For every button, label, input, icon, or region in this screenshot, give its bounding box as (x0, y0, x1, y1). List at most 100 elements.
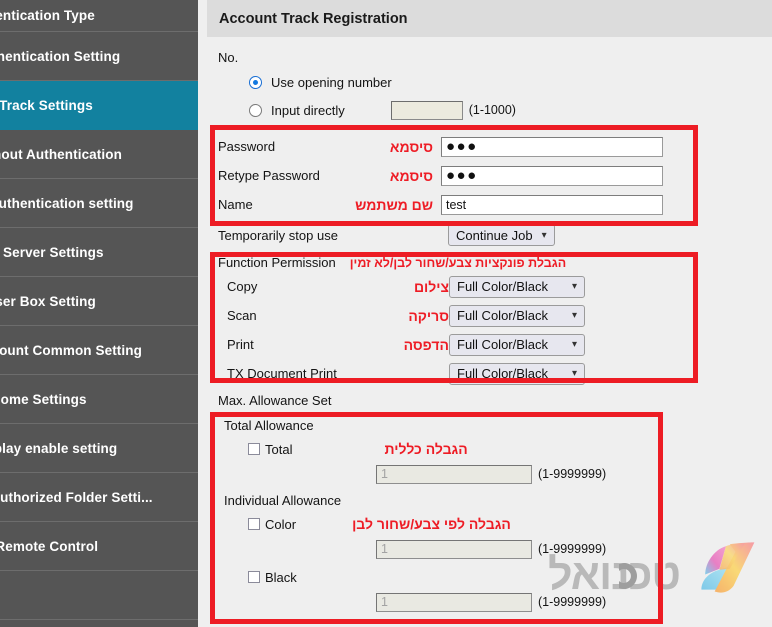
individual-allowance-hebrew-note: הגבלה לפי צבע/שחור לבן (352, 516, 511, 532)
function-permission-header: Function Permission הגבלת פונקציות צבע/ש… (207, 253, 772, 272)
copy-permission-select[interactable]: Full Color/Black ▾ (449, 275, 585, 298)
sidebar-item-authentication-type[interactable]: uthentication Type (0, 0, 198, 32)
name-label: Name (218, 197, 253, 212)
function-permission-row-scan: Scan סריקה Full Color/Black ▾ (207, 301, 772, 330)
password-input[interactable]: ●●● (441, 136, 663, 157)
main-content: Account Track Registration No. Use openi… (207, 0, 772, 627)
checkbox-label-color: Color (265, 516, 297, 532)
checkbox-label-total: Total (265, 441, 293, 457)
sidebar-item-external-server-settings[interactable]: rnal Server Settings (0, 228, 198, 277)
sidebar-item-label: unt Track Settings (0, 97, 93, 113)
print-label: Print (227, 337, 254, 352)
temporarily-stop-use-label: Temporarily stop use (218, 227, 338, 243)
sidebar-item-account-common-setting[interactable]: Account Common Setting (0, 326, 198, 375)
scan-label: Scan (227, 308, 257, 323)
sidebar-item-label: le Authentication setting (0, 195, 134, 211)
color-allowance-input[interactable]: 1 (376, 539, 532, 559)
sidebar-content-gutter (198, 0, 207, 627)
print-hebrew-note: הדפסה (403, 336, 449, 353)
temporarily-stop-use-row: Temporarily stop use Continue Job ▾ (207, 221, 772, 249)
checkbox-color[interactable] (248, 518, 260, 530)
retype-password-input[interactable]: ●●● (441, 165, 663, 186)
form-body: No. Use opening number Input directly (1… (207, 50, 772, 615)
print-permission-select[interactable]: Full Color/Black ▾ (449, 333, 585, 356)
checkbox-total[interactable] (248, 443, 260, 455)
no-range-hint: (1-1000) (468, 103, 516, 117)
sidebar-item-label: c User Box Setting (0, 293, 96, 309)
temporarily-stop-use-value: Continue Job (456, 227, 533, 243)
total-allowance-hebrew-note: הגבלה כללית (384, 441, 468, 457)
radio-label-input-directly: Input directly (271, 102, 345, 118)
no-section-label: No. (218, 50, 239, 65)
radio-use-opening-number[interactable]: Use opening number (249, 72, 772, 92)
chevron-down-icon: ▾ (571, 310, 577, 321)
page-header: Account Track Registration (207, 0, 772, 37)
sidebar-item-empty[interactable] (0, 571, 198, 620)
max-allowance-set-title: Max. Allowance Set (218, 393, 332, 408)
individual-allowance-label: Individual Allowance (224, 493, 342, 508)
no-input-field[interactable] (390, 100, 463, 120)
sidebar-item-label: rnal Server Settings (0, 244, 104, 260)
sidebar-item-display-enable-setting[interactable]: display enable setting (0, 424, 198, 473)
sidebar-item-label: without Authentication (0, 146, 122, 162)
function-permission-title: Function Permission (218, 255, 336, 270)
temporarily-stop-use-select[interactable]: Continue Job ▾ (448, 224, 555, 246)
sidebar-item-simple-authentication-setting[interactable]: le Authentication setting (0, 179, 198, 228)
sidebar-item-authentication-setting[interactable]: Authentication Setting (0, 32, 198, 81)
radio-input-directly[interactable]: Input directly (1-1000) (249, 100, 772, 120)
sidebar-item-label: display enable setting (0, 440, 118, 456)
tx-document-print-label: TX Document Print (227, 366, 337, 381)
tx-document-print-permission-select[interactable]: Full Color/Black ▾ (449, 362, 585, 385)
password-row: Password סיסמא ●●● (207, 132, 772, 161)
total-allowance-checkbox-row[interactable]: Total הגבלה כללית (207, 437, 772, 461)
password-hebrew-note: סיסמא (389, 138, 433, 155)
page-title: Account Track Registration (219, 10, 408, 27)
black-allowance-value: 1 (381, 595, 388, 609)
sidebar-item-label: ter Remote Control (0, 538, 99, 554)
print-permission-value: Full Color/Black (457, 337, 549, 352)
color-allowance-range-hint: (1-9999999) (538, 542, 607, 556)
total-allowance-value-row: 1 (1-9999999) (207, 461, 772, 487)
name-value: test (446, 197, 467, 212)
sidebar-item-authorized-folder-setting[interactable]: to Authorized Folder Setti... (0, 473, 198, 522)
chevron-down-icon: ▾ (571, 339, 577, 350)
sidebar-item-label: uthentication Type (0, 8, 95, 23)
sidebar-item-label: Authentication Setting (0, 48, 121, 64)
function-permission-hebrew-note: הגבלת פונקציות צבע/שחור לבן/לא זמין (349, 255, 567, 270)
checkbox-black[interactable] (248, 571, 260, 583)
total-allowance-input[interactable]: 1 (376, 464, 532, 484)
scan-permission-select[interactable]: Full Color/Black ▾ (449, 304, 585, 327)
checkbox-label-black: Black (265, 569, 297, 585)
sidebar-navigation[interactable]: uthentication Type Authentication Settin… (0, 0, 198, 627)
total-allowance-range-hint: (1-9999999) (538, 467, 607, 481)
sidebar-item-print-without-authentication[interactable]: without Authentication (0, 130, 198, 179)
black-allowance-range-hint: (1-9999999) (538, 595, 607, 609)
copy-label: Copy (227, 279, 258, 294)
function-permission-row-copy: Copy צילום Full Color/Black ▾ (207, 272, 772, 301)
sidebar-item-public-user-box-setting[interactable]: c User Box Setting (0, 277, 198, 326)
retype-password-row: Retype Password סיסמא ●●● (207, 161, 772, 190)
password-label: Password (218, 139, 276, 154)
tx-document-print-permission-value: Full Color/Black (457, 366, 549, 381)
total-allowance-value: 1 (381, 467, 388, 481)
radio-icon-unselected[interactable] (249, 103, 262, 117)
color-allowance-value-row: 1 (1-9999999) (207, 536, 772, 562)
retype-password-label: Retype Password (218, 168, 320, 183)
sidebar-item-label: to Home Settings (0, 391, 87, 407)
retype-password-value: ●●● (446, 166, 478, 184)
password-value: ●●● (446, 137, 478, 155)
function-permission-row-tx-document-print: TX Document Print Full Color/Black ▾ (207, 359, 772, 388)
color-allowance-checkbox-row[interactable]: Color הגבלה לפי צבע/שחור לבן (207, 512, 772, 536)
black-allowance-checkbox-row[interactable]: Black (207, 565, 772, 589)
sidebar-item-label: to Authorized Folder Setti... (0, 489, 153, 505)
copy-permission-value: Full Color/Black (457, 279, 549, 294)
chevron-down-icon: ▾ (541, 229, 547, 241)
scan-permission-value: Full Color/Black (457, 308, 549, 323)
radio-icon-selected[interactable] (249, 75, 262, 89)
sidebar-item-printer-remote-control[interactable]: ter Remote Control (0, 522, 198, 571)
black-allowance-input[interactable]: 1 (376, 592, 532, 612)
sidebar-item-account-track-settings[interactable]: unt Track Settings (0, 81, 198, 130)
retype-password-hebrew-note: סיסמא (389, 167, 433, 184)
name-input[interactable]: test (441, 194, 663, 215)
sidebar-item-to-home-settings[interactable]: to Home Settings (0, 375, 198, 424)
